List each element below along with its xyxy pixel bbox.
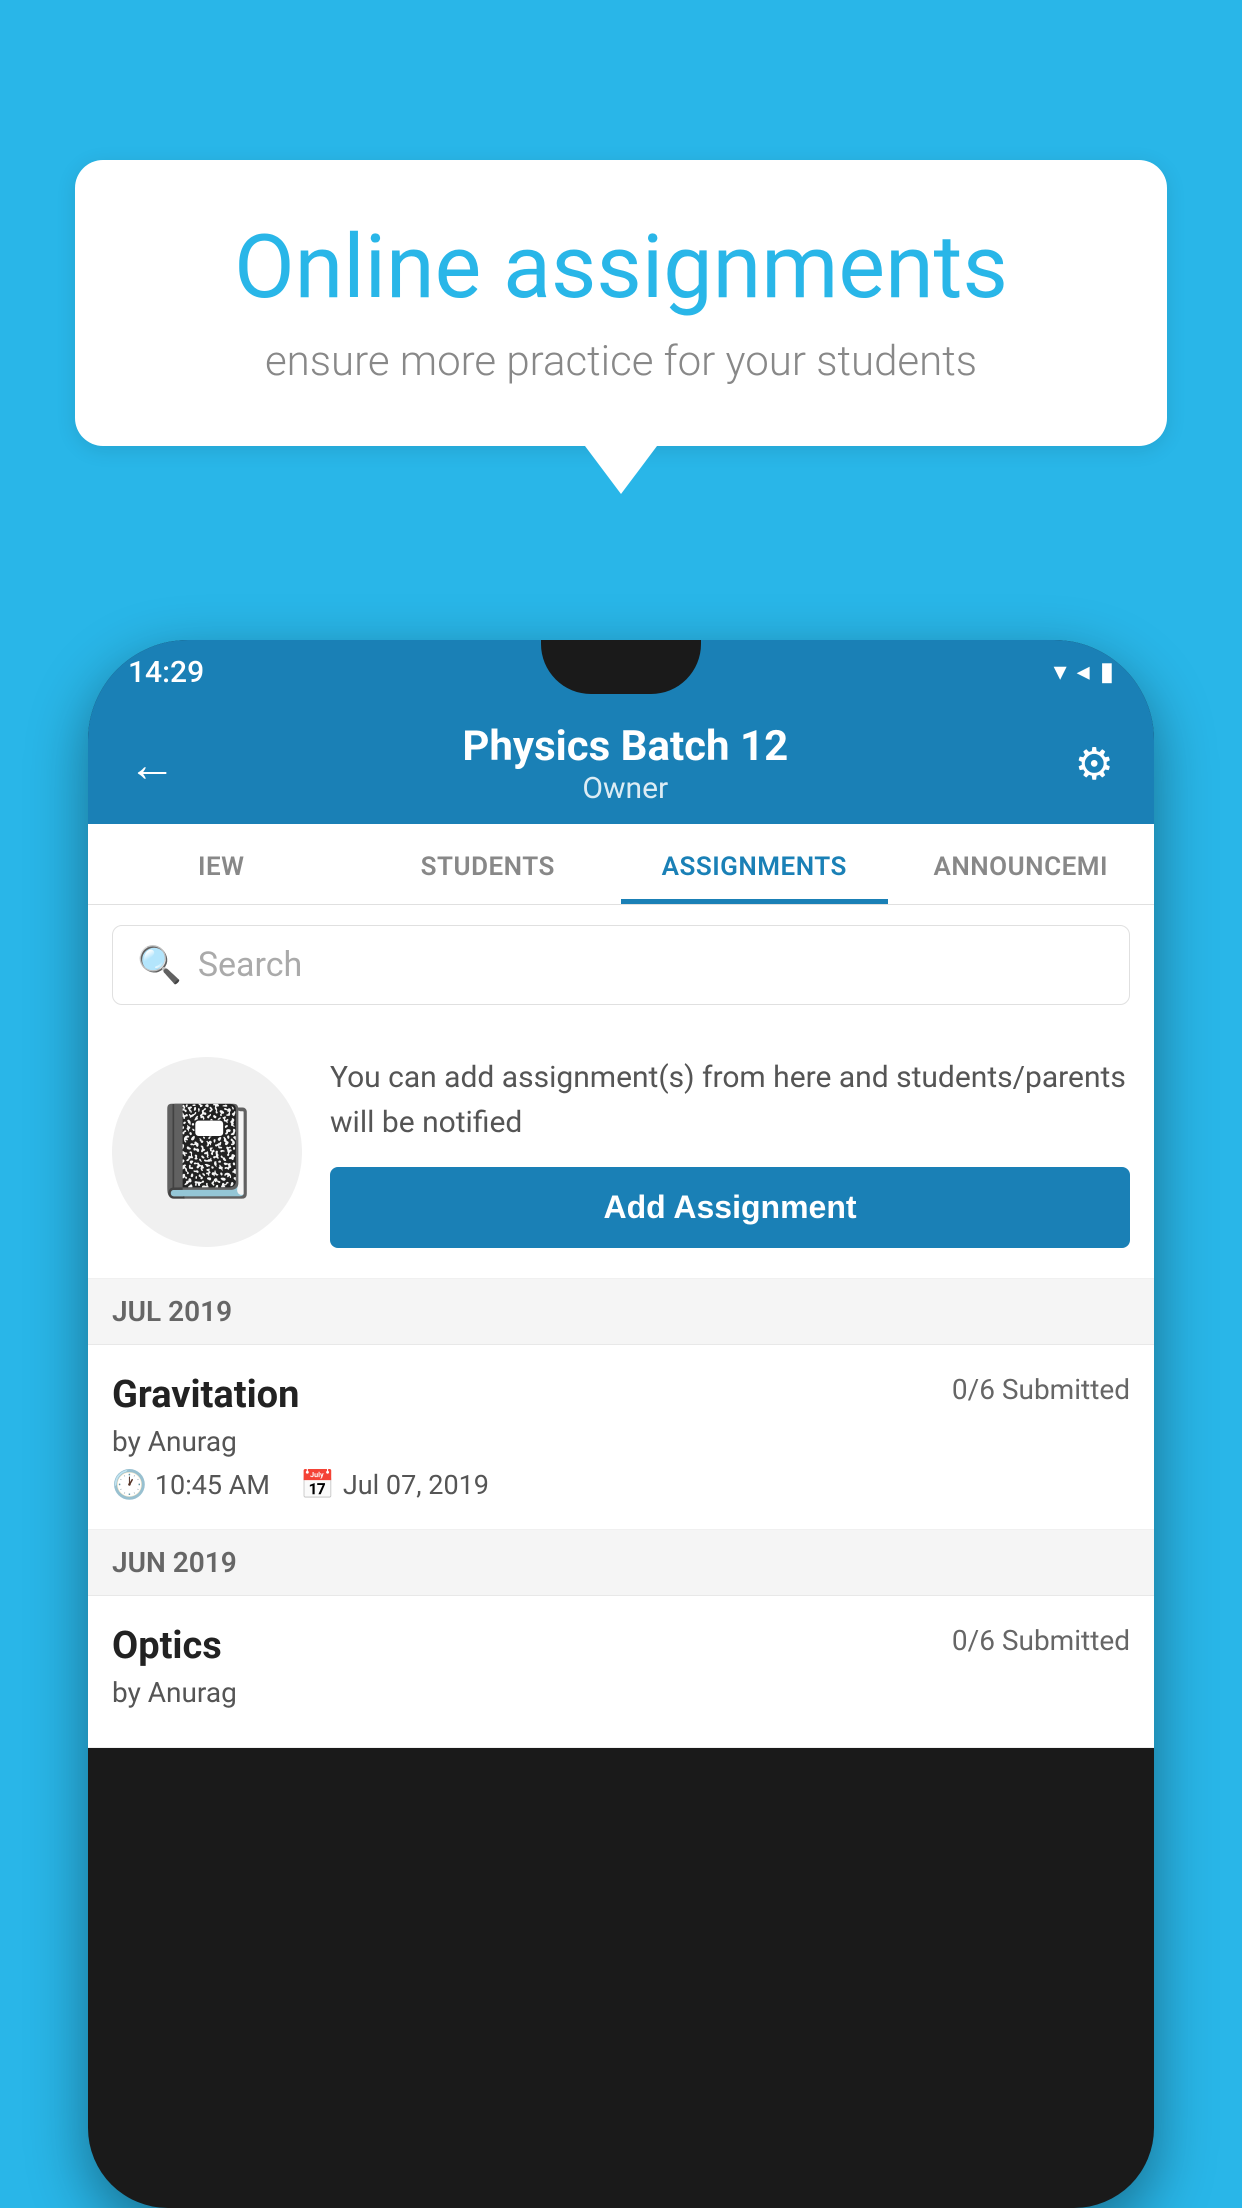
assignment-meta-gravitation: 🕐 10:45 AM 📅 Jul 07, 2019 [112, 1468, 1130, 1501]
assignment-row-top: Gravitation 0/6 Submitted [112, 1373, 1130, 1417]
section-jun-2019: JUN 2019 [88, 1530, 1154, 1596]
assignment-submitted-optics: 0/6 Submitted [952, 1624, 1130, 1657]
assignment-name-optics: Optics [112, 1624, 222, 1668]
tab-iew[interactable]: IEW [88, 824, 355, 904]
add-assignment-button[interactable]: Add Assignment [330, 1167, 1130, 1248]
notebook-icon: 📓 [151, 1099, 263, 1204]
wifi-icon: ▾ [1054, 657, 1067, 687]
promo-text-area: You can add assignment(s) from here and … [330, 1055, 1130, 1248]
tab-announcements[interactable]: ANNOUNCEMI [888, 824, 1155, 904]
calendar-icon: 📅 [300, 1468, 335, 1501]
status-icons: ▾ ◂ ▮ [1054, 657, 1114, 687]
bubble-subtitle: ensure more practice for your students [145, 337, 1097, 386]
battery-icon: ▮ [1100, 657, 1114, 687]
assignment-gravitation[interactable]: Gravitation 0/6 Submitted by Anurag 🕐 10… [88, 1345, 1154, 1530]
settings-button[interactable]: ⚙ [1075, 738, 1114, 790]
assignment-by-optics: by Anurag [112, 1676, 1130, 1709]
promo-section: 📓 You can add assignment(s) from here an… [88, 1025, 1154, 1279]
promo-description: You can add assignment(s) from here and … [330, 1055, 1130, 1145]
assignment-optics[interactable]: Optics 0/6 Submitted by Anurag [88, 1596, 1154, 1748]
signal-icon: ◂ [1077, 657, 1090, 687]
phone-frame: 14:29 ▾ ◂ ▮ ← Physics Batch 12 Owner ⚙ I… [88, 640, 1154, 2208]
search-bar[interactable]: 🔍 Search [112, 925, 1130, 1005]
assignment-date: Jul 07, 2019 [343, 1469, 489, 1501]
status-time: 14:29 [128, 655, 204, 690]
tab-assignments[interactable]: ASSIGNMENTS [621, 824, 888, 904]
assignment-time: 10:45 AM [155, 1469, 270, 1501]
tab-students[interactable]: STUDENTS [355, 824, 622, 904]
speech-bubble-container: Online assignments ensure more practice … [75, 160, 1167, 494]
status-bar: 14:29 ▾ ◂ ▮ [88, 640, 1154, 704]
speech-bubble: Online assignments ensure more practice … [75, 160, 1167, 446]
search-icon: 🔍 [137, 944, 182, 986]
assignment-time-item: 🕐 10:45 AM [112, 1468, 270, 1501]
section-jul-2019: JUL 2019 [88, 1279, 1154, 1345]
search-bar-container: 🔍 Search [88, 905, 1154, 1025]
back-button[interactable]: ← [128, 736, 176, 793]
clock-icon: 🕐 [112, 1468, 147, 1501]
assignment-name-gravitation: Gravitation [112, 1373, 299, 1417]
assignment-row-top-optics: Optics 0/6 Submitted [112, 1624, 1130, 1668]
tab-bar: IEW STUDENTS ASSIGNMENTS ANNOUNCEMI [88, 824, 1154, 905]
bubble-title: Online assignments [145, 220, 1097, 317]
assignment-submitted-gravitation: 0/6 Submitted [952, 1373, 1130, 1406]
promo-icon-circle: 📓 [112, 1057, 302, 1247]
assignment-date-item: 📅 Jul 07, 2019 [300, 1468, 489, 1501]
notch [541, 640, 701, 694]
assignment-by-gravitation: by Anurag [112, 1425, 1130, 1458]
header-title: Physics Batch 12 [462, 722, 788, 771]
header-subtitle: Owner [462, 771, 788, 806]
phone-content: 🔍 Search 📓 You can add assignment(s) fro… [88, 905, 1154, 1748]
header-title-container: Physics Batch 12 Owner [462, 722, 788, 806]
app-header: ← Physics Batch 12 Owner ⚙ [88, 704, 1154, 824]
speech-bubble-tail [585, 446, 657, 494]
search-placeholder: Search [198, 945, 302, 985]
